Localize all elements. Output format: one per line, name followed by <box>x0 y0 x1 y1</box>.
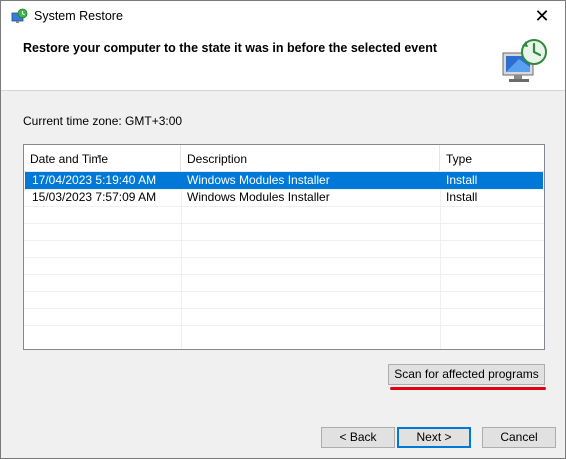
column-header-description[interactable]: Description <box>181 145 440 171</box>
row-divider <box>24 274 544 275</box>
row-date: 17/04/2023 5:19:40 AM <box>32 173 157 187</box>
row-divider <box>24 325 544 326</box>
row-type: Install <box>446 190 478 204</box>
close-icon: ✕ <box>534 6 550 26</box>
row-description: Windows Modules Installer <box>187 173 330 187</box>
title-bar[interactable]: System Restore ✕ <box>1 1 565 32</box>
list-header: ▼ Date and Time Description Type <box>24 145 544 172</box>
page-title: Restore your computer to the state it wa… <box>23 41 437 55</box>
close-button[interactable]: ✕ <box>519 1 565 32</box>
row-divider <box>24 308 544 309</box>
column-header-date[interactable]: ▼ Date and Time <box>24 145 181 171</box>
row-divider <box>24 223 544 224</box>
next-button[interactable]: Next > <box>397 427 471 448</box>
system-restore-icon <box>11 8 28 23</box>
annotation-underline <box>390 387 546 390</box>
wizard-header: Restore your computer to the state it wa… <box>1 32 565 90</box>
row-divider <box>24 240 544 241</box>
system-restore-window: System Restore ✕ Restore your computer t… <box>0 0 566 459</box>
timezone-label: Current time zone: GMT+3:00 <box>23 114 183 128</box>
window-title: System Restore <box>34 9 123 23</box>
back-button[interactable]: < Back <box>321 427 395 448</box>
column-header-type[interactable]: Type <box>440 145 544 171</box>
column-header-description-label: Description <box>187 152 248 166</box>
scan-affected-programs-button[interactable]: Scan for affected programs <box>388 364 545 385</box>
row-date: 15/03/2023 7:57:09 AM <box>32 190 157 204</box>
table-row[interactable]: 15/03/2023 7:57:09 AM Windows Modules In… <box>25 189 543 206</box>
row-divider <box>24 206 544 207</box>
cancel-button[interactable]: Cancel <box>482 427 556 448</box>
restore-points-list[interactable]: ▼ Date and Time Description Type 17/04/2… <box>23 144 545 350</box>
restore-computer-icon <box>502 39 547 82</box>
column-header-type-label: Type <box>446 152 473 166</box>
row-type: Install <box>446 173 478 187</box>
row-divider <box>24 257 544 258</box>
row-divider <box>24 291 544 292</box>
table-row[interactable]: 17/04/2023 5:19:40 AM Windows Modules In… <box>25 172 543 189</box>
header-divider <box>1 90 565 91</box>
sort-descending-icon: ▼ <box>96 154 103 161</box>
row-description: Windows Modules Installer <box>187 190 330 204</box>
